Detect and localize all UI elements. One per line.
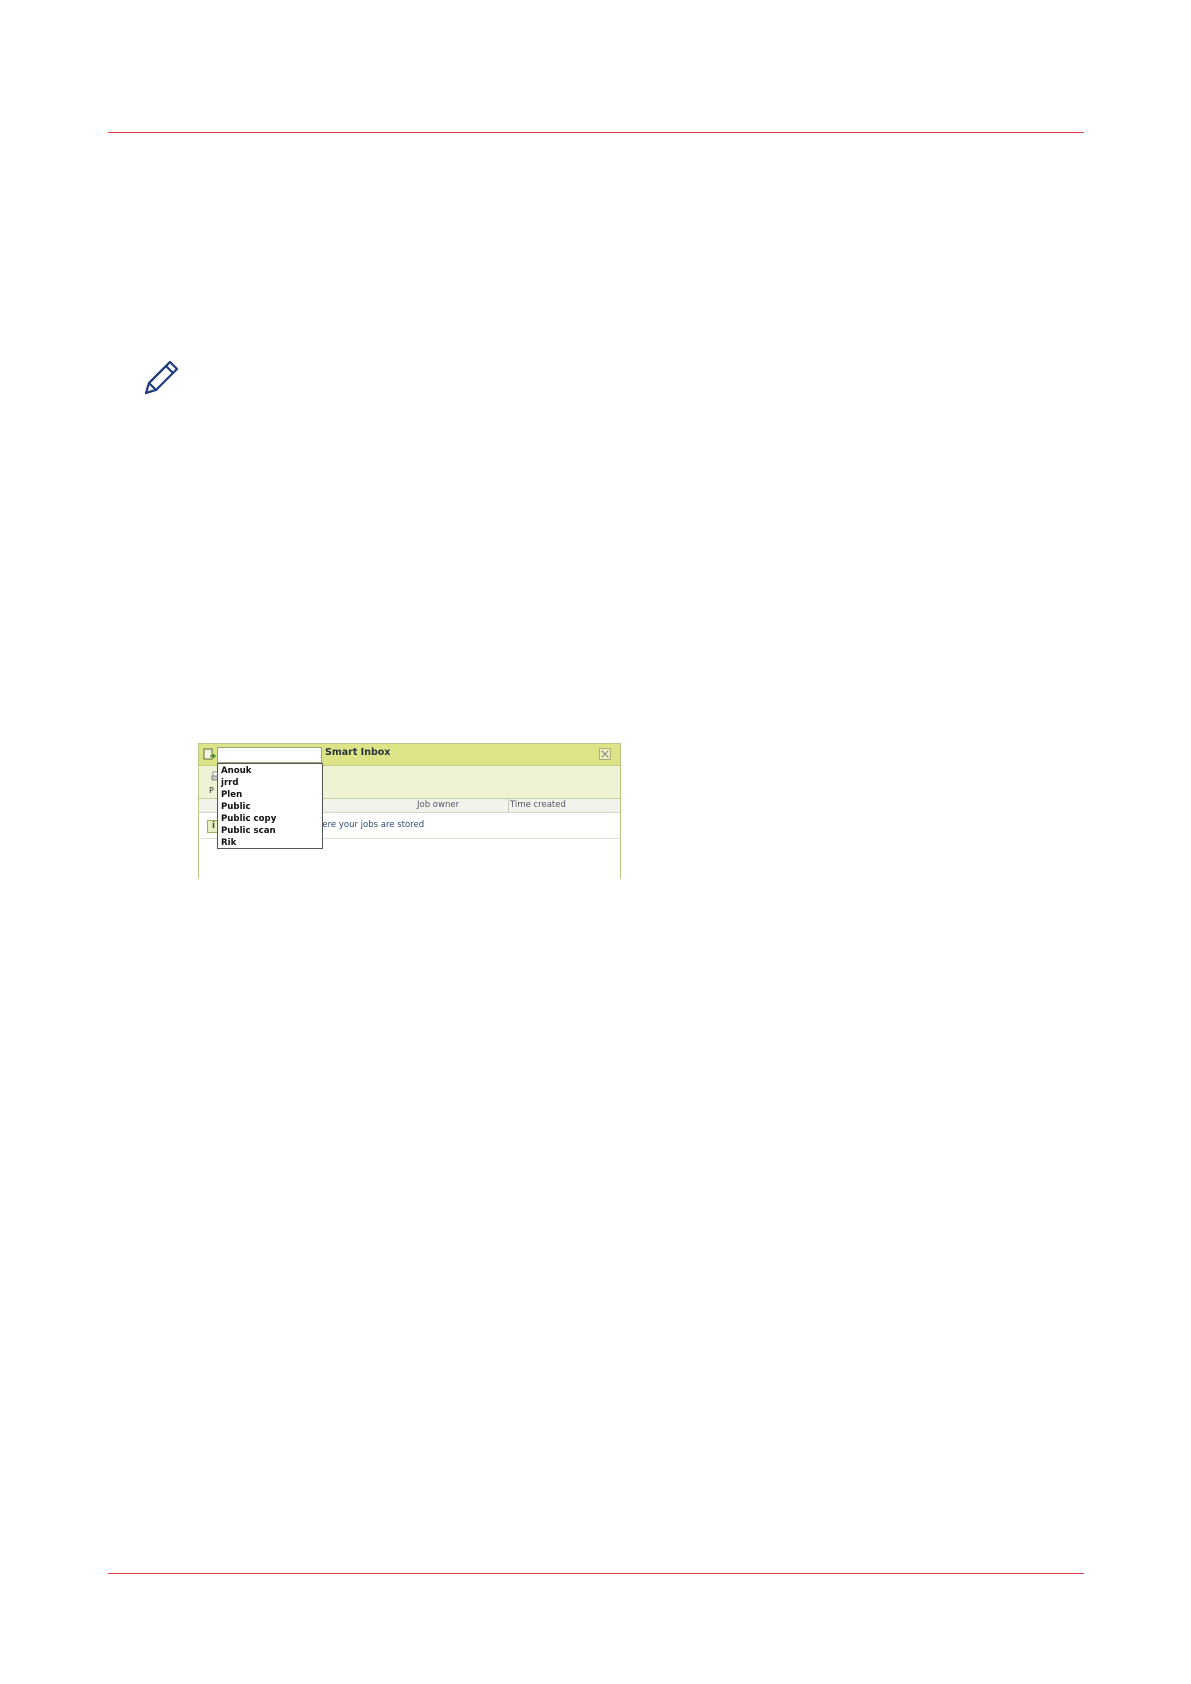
smart-inbox-screenshot: Smart Inbox P Job owner Time created i h… xyxy=(198,743,621,879)
column-separator xyxy=(508,799,509,812)
inbox-dropdown[interactable]: Anouk jrrd Plen Public Public copy Publi… xyxy=(217,763,323,849)
column-job-owner[interactable]: Job owner xyxy=(417,800,459,810)
header-rule xyxy=(108,132,1084,133)
dropdown-item[interactable]: Public scan xyxy=(218,825,322,837)
dropdown-item[interactable]: Plen xyxy=(218,789,322,801)
inbox-icon xyxy=(203,748,216,760)
toolbar-print-label[interactable]: P xyxy=(209,786,214,795)
footer-rule xyxy=(108,1573,1084,1574)
dropdown-item[interactable]: Public copy xyxy=(218,813,322,825)
window-title: Smart Inbox xyxy=(325,747,391,758)
close-icon[interactable] xyxy=(599,748,611,760)
pencil-note-icon xyxy=(144,360,179,395)
inbox-search-input[interactable] xyxy=(217,747,322,763)
column-time-created[interactable]: Time created xyxy=(510,800,566,810)
dropdown-item[interactable]: Rik xyxy=(218,837,322,849)
dropdown-item[interactable]: jrrd xyxy=(218,777,322,789)
info-message: here your jobs are stored xyxy=(317,820,425,830)
dropdown-item[interactable]: Public xyxy=(218,801,322,813)
dropdown-item[interactable]: Anouk xyxy=(218,765,322,777)
